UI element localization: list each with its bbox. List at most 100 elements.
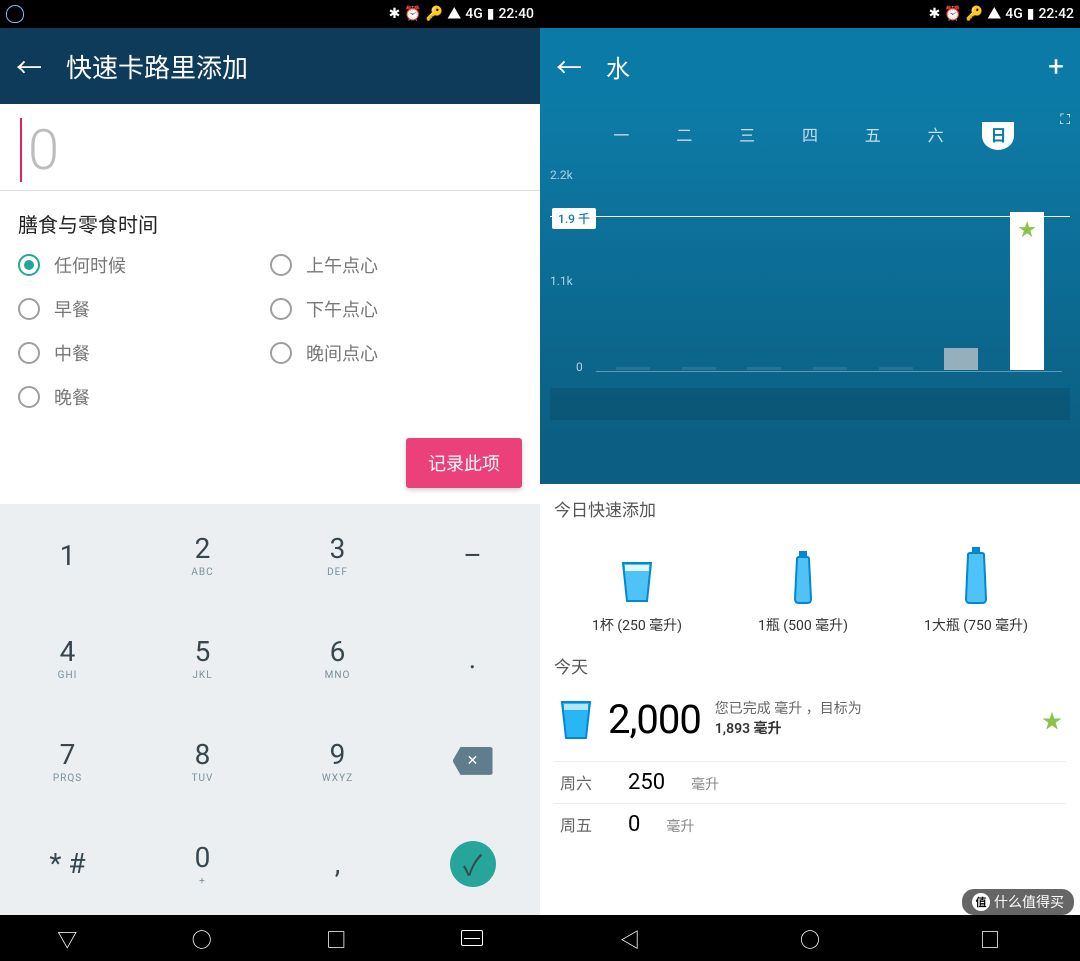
day-tab-1[interactable]: 二	[668, 122, 700, 150]
history-unit: 毫升	[691, 774, 719, 794]
radio-5[interactable]: 晚间点心	[270, 340, 522, 366]
fullscreen-icon[interactable]: ⛶	[1060, 112, 1070, 128]
day-tab-2[interactable]: 三	[731, 122, 763, 150]
key-2[interactable]: 2ABC	[135, 504, 270, 607]
nav-home[interactable]: ○	[192, 924, 212, 953]
goal-star-icon: ★	[1042, 705, 1062, 734]
radio-icon	[18, 298, 40, 320]
radio-label: 晚餐	[54, 384, 90, 410]
day-tab-0[interactable]: 一	[605, 122, 637, 150]
today-label: 今天	[554, 653, 1066, 678]
key-icon: 🔑	[966, 6, 983, 22]
chart-bar[interactable]	[813, 367, 847, 370]
battery-icon: ▮	[487, 6, 495, 22]
chart-bar[interactable]	[879, 367, 913, 370]
key-7[interactable]: 7PRQS	[0, 710, 135, 813]
today-summary[interactable]: 2,000 您已完成 毫升 ，目标为 1,893 毫升 ★	[554, 688, 1066, 751]
wifi-icon: ▲	[447, 4, 461, 24]
radio-icon	[270, 298, 292, 320]
record-button[interactable]: 记录此项	[406, 438, 522, 488]
radio-label: 下午点心	[306, 296, 378, 322]
alarm-icon: ⏰	[404, 6, 421, 22]
key-0[interactable]: 0+	[135, 812, 270, 915]
y-axis-label: 0	[576, 360, 583, 374]
key-1[interactable]: 1	[0, 504, 135, 607]
nav-home[interactable]: ○	[800, 924, 820, 953]
quick-add-label: 1瓶 (500 毫升)	[758, 615, 848, 635]
bigbottle-icon	[960, 545, 992, 605]
chart-bar[interactable]	[747, 367, 781, 370]
key-5[interactable]: 5JKL	[135, 607, 270, 710]
key-enter[interactable]: ✓	[405, 812, 540, 915]
radio-icon	[270, 254, 292, 276]
page-title: 水	[606, 49, 630, 84]
network-label: 4G	[1005, 6, 1023, 22]
status-bar: ✱ ⏰ 🔑 ▲ 4G ▮ 22:42	[540, 0, 1080, 28]
radio-0[interactable]: 任何时候	[18, 252, 270, 278]
numeric-keypad: 12ABC3DEF– 4GHI5JKL6MNO. 7PRQS8TUV9WXYZ✕ * …	[0, 504, 540, 915]
radio-icon	[18, 342, 40, 364]
radio-2[interactable]: 早餐	[18, 296, 270, 322]
key-–[interactable]: –	[405, 504, 540, 607]
key-* #[interactable]: * #	[0, 812, 135, 915]
qq-icon	[6, 5, 24, 23]
history-row[interactable]: 周六 250 毫升	[554, 761, 1066, 803]
today-value: 2,000	[608, 696, 701, 743]
radio-label: 中餐	[54, 340, 90, 366]
nav-recent[interactable]: □	[326, 924, 346, 953]
target-badge: 1.9 千	[552, 208, 596, 229]
radio-3[interactable]: 下午点心	[270, 296, 522, 322]
back-button[interactable]: ←	[16, 48, 42, 85]
key-8[interactable]: 8TUV	[135, 710, 270, 813]
clock: 22:40	[498, 6, 534, 22]
radio-4[interactable]: 中餐	[18, 340, 270, 366]
chart-bar[interactable]	[1010, 212, 1044, 370]
watermark: 值 什么值得买	[962, 889, 1074, 915]
key-,[interactable]: ,	[270, 812, 405, 915]
key-backspace[interactable]: ✕	[405, 710, 540, 813]
quick-add-label: 1杯 (250 毫升)	[592, 615, 682, 635]
chart-bar[interactable]	[682, 367, 716, 370]
quick-add-cup[interactable]: 1杯 (250 毫升)	[592, 557, 682, 635]
history-day: 周六	[560, 770, 602, 794]
alarm-icon: ⏰	[944, 6, 961, 22]
app-bar: ← 水 +	[540, 28, 1080, 104]
day-tab-5[interactable]: 六	[920, 122, 952, 150]
water-chart: ⛶ 一二三四五六日 2.2k 1.1k 0 1.9 千	[540, 104, 1080, 484]
add-button[interactable]: +	[1048, 50, 1064, 83]
bluetooth-icon: ✱	[389, 6, 401, 22]
cup-icon	[617, 557, 657, 605]
radio-1[interactable]: 上午点心	[270, 252, 522, 278]
history-value: 250	[628, 770, 665, 795]
day-tab-6[interactable]: 日	[982, 122, 1014, 150]
network-label: 4G	[465, 6, 483, 22]
radio-6[interactable]: 晚餐	[18, 384, 270, 410]
quick-add-title: 今日快速添加	[554, 496, 1066, 521]
quick-add-bigbottle[interactable]: 1大瓶 (750 毫升)	[924, 545, 1028, 635]
back-button[interactable]: ←	[556, 48, 582, 85]
keyboard-icon[interactable]	[461, 930, 483, 946]
y-axis-label: 2.2k	[550, 168, 573, 182]
history-row[interactable]: 周五0毫升	[554, 803, 1066, 845]
nav-back[interactable]: ◁	[620, 924, 640, 953]
radio-label: 任何时候	[54, 252, 126, 278]
key-6[interactable]: 6MNO	[270, 607, 405, 710]
bluetooth-icon: ✱	[929, 6, 941, 22]
key-.[interactable]: .	[405, 607, 540, 710]
nav-recent[interactable]: □	[980, 924, 1000, 953]
day-tab-3[interactable]: 四	[794, 122, 826, 150]
key-3[interactable]: 3DEF	[270, 504, 405, 607]
battery-icon: ▮	[1027, 6, 1035, 22]
key-9[interactable]: 9WXYZ	[270, 710, 405, 813]
chart-bar[interactable]	[944, 348, 978, 370]
radio-icon	[270, 342, 292, 364]
history-value: 0	[628, 812, 640, 837]
wifi-icon: ▲	[987, 4, 1001, 24]
history-day: 周五	[560, 812, 602, 836]
calorie-input[interactable]	[20, 118, 520, 182]
day-tab-4[interactable]: 五	[857, 122, 889, 150]
nav-back[interactable]: ▽	[57, 924, 77, 953]
chart-bar[interactable]	[616, 367, 650, 370]
key-4[interactable]: 4GHI	[0, 607, 135, 710]
quick-add-bottle[interactable]: 1瓶 (500 毫升)	[758, 549, 848, 635]
